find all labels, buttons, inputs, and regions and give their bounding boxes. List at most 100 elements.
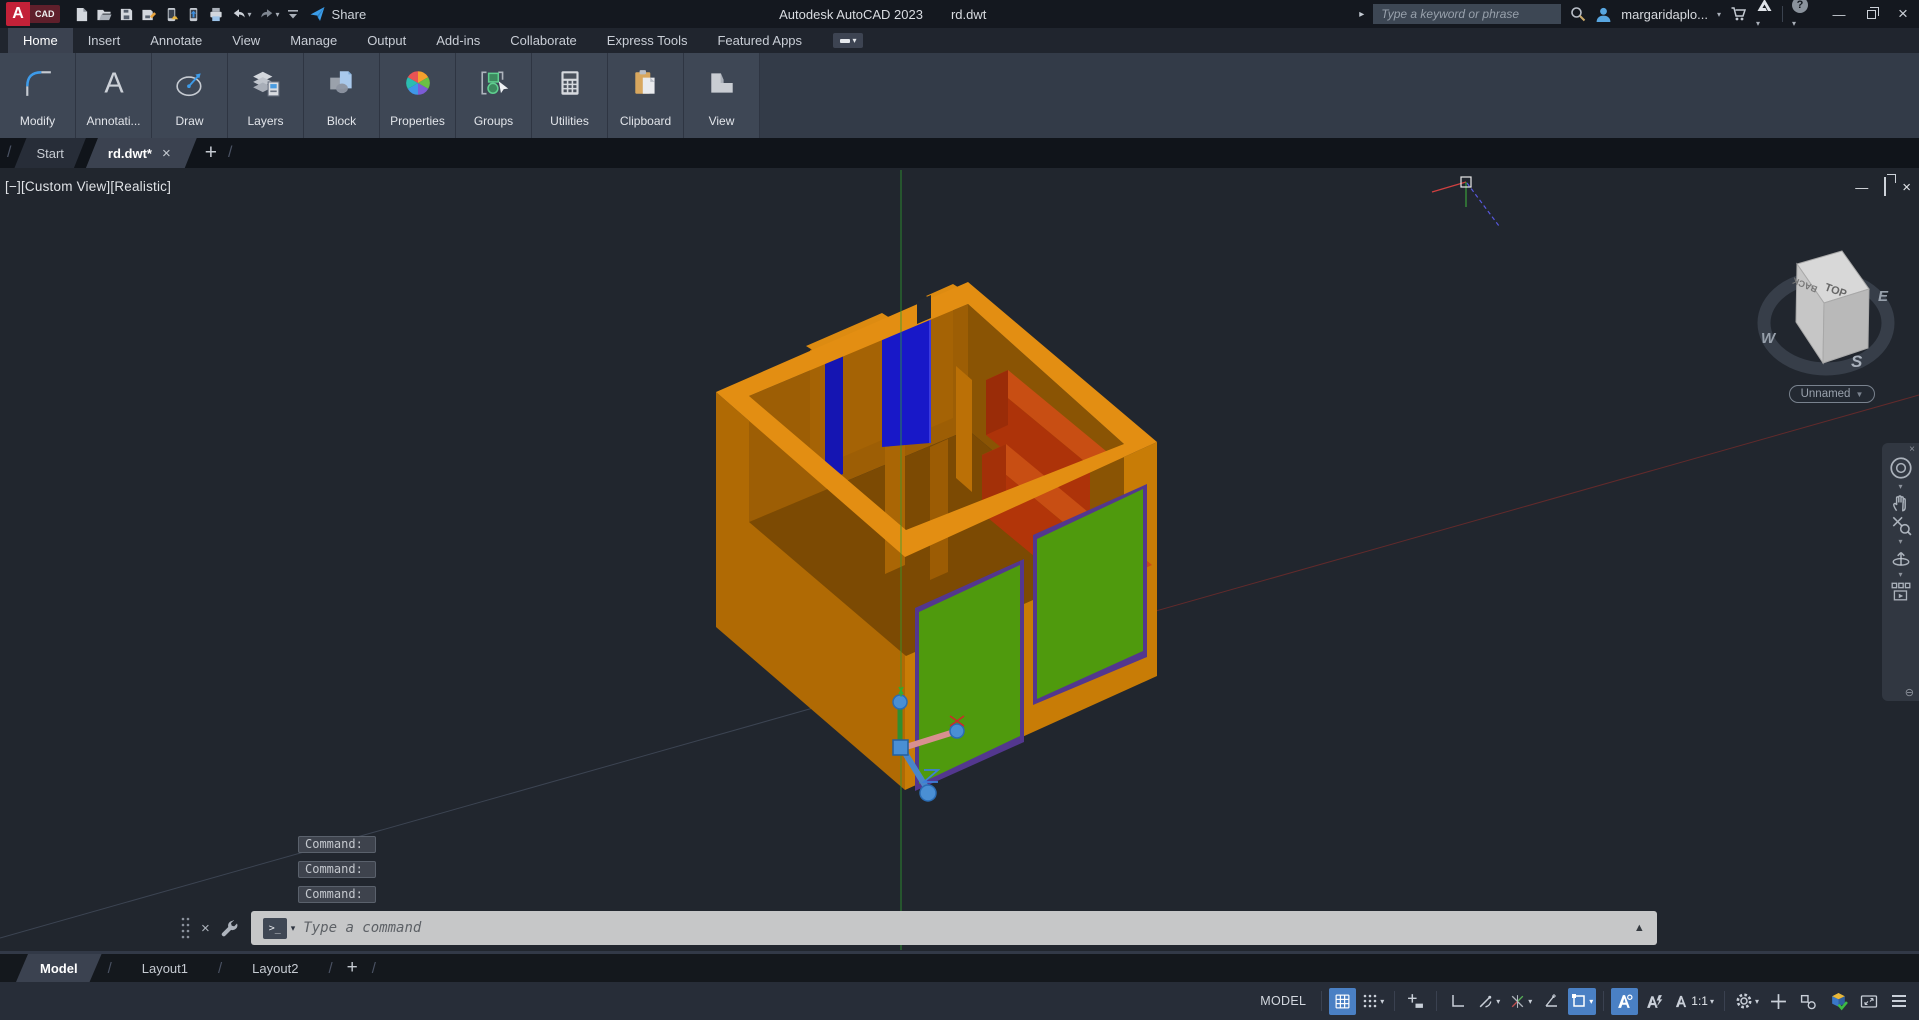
- close-button[interactable]: ×: [1887, 0, 1919, 28]
- snap-toggle[interactable]: ▾: [1359, 988, 1387, 1015]
- ribbon-panel-modify[interactable]: Modify: [0, 53, 76, 138]
- recent-commands-dropdown[interactable]: ▾: [291, 923, 296, 934]
- viewport-minimize-button[interactable]: —: [1855, 180, 1868, 195]
- minimize-button[interactable]: —: [1823, 0, 1855, 28]
- app-menu-button[interactable]: A CAD: [6, 2, 60, 26]
- dynamic-input-toggle[interactable]: [1402, 988, 1429, 1015]
- ribbon-panel-groups[interactable]: Groups: [456, 53, 532, 138]
- annotation-visibility-toggle[interactable]: [1611, 988, 1638, 1015]
- scale-dropdown[interactable]: ▾: [1710, 997, 1714, 1006]
- polar-dropdown[interactable]: ▾: [1496, 997, 1500, 1006]
- search-collapse-icon[interactable]: ▸: [1359, 9, 1364, 20]
- tab-close-icon[interactable]: ×: [162, 145, 171, 162]
- model-space-label[interactable]: MODEL: [1260, 994, 1306, 1008]
- menu-tab-addins[interactable]: Add-ins: [421, 28, 495, 53]
- cart-icon[interactable]: [1730, 6, 1747, 22]
- ribbon-panel-properties[interactable]: Properties: [380, 53, 456, 138]
- object-snap-tracking-toggle[interactable]: [1538, 988, 1565, 1015]
- orbit-dropdown-icon[interactable]: ▾: [1898, 570, 1902, 579]
- ribbon-panel-draw[interactable]: Draw: [152, 53, 228, 138]
- ribbon-panel-block[interactable]: Block: [304, 53, 380, 138]
- ribbon-panel-layers[interactable]: Layers: [228, 53, 304, 138]
- showmotion-icon[interactable]: [1890, 580, 1912, 602]
- viewport-close-button[interactable]: ×: [1902, 179, 1911, 196]
- open-file-button[interactable]: [96, 7, 112, 22]
- tab-layout2[interactable]: Layout2: [228, 954, 322, 982]
- orbit-icon[interactable]: [1890, 547, 1912, 569]
- open-from-web-button[interactable]: [164, 7, 179, 22]
- snap-dropdown[interactable]: ▾: [1380, 997, 1384, 1006]
- avatar[interactable]: [1595, 6, 1612, 23]
- ucs-origin-grip[interactable]: [893, 740, 908, 755]
- menu-tab-featured-apps[interactable]: Featured Apps: [702, 28, 817, 53]
- zoom-icon[interactable]: [1890, 514, 1912, 536]
- annotation-scale-control[interactable]: 1:1▾: [1671, 988, 1717, 1015]
- new-file-button[interactable]: [74, 7, 89, 22]
- ribbon-panel-utilities[interactable]: Utilities: [532, 53, 608, 138]
- menu-tab-output[interactable]: Output: [352, 28, 421, 53]
- ribbon-display-toggle[interactable]: ▾: [833, 33, 863, 48]
- object-snap-toggle[interactable]: ▾: [1568, 988, 1596, 1015]
- polar-tracking-toggle[interactable]: ▾: [1474, 988, 1503, 1015]
- workspace-dropdown[interactable]: ▾: [1755, 997, 1759, 1006]
- file-tab-rd-dwt[interactable]: rd.dwt* ×: [86, 138, 197, 168]
- iso-dropdown[interactable]: ▾: [1528, 997, 1532, 1006]
- iso-drafting-toggle[interactable]: ▾: [1506, 988, 1535, 1015]
- command-customize-wrench-icon[interactable]: [220, 919, 239, 938]
- ribbon-panel-clipboard[interactable]: Clipboard: [608, 53, 684, 138]
- grid-toggle[interactable]: [1329, 988, 1356, 1015]
- file-tab-start[interactable]: Start: [14, 138, 85, 168]
- autodesk-app-button[interactable]: ▾: [1756, 0, 1773, 31]
- viewcube-south[interactable]: S: [1851, 352, 1863, 371]
- model-viewport[interactable]: W E S TOP BACK [−][Custom View][Realisti…: [0, 168, 1919, 951]
- annotation-autoscale-toggle[interactable]: [1641, 988, 1668, 1015]
- command-close-button[interactable]: ×: [201, 920, 210, 937]
- navigation-wheel-icon[interactable]: [1888, 455, 1914, 481]
- tab-layout1[interactable]: Layout1: [118, 954, 212, 982]
- ucs-x-grip[interactable]: [950, 724, 964, 738]
- viewport-restore-button[interactable]: [1884, 178, 1886, 196]
- viewcube-west[interactable]: W: [1761, 330, 1777, 347]
- menu-tab-express-tools[interactable]: Express Tools: [592, 28, 703, 53]
- wheel-dropdown-icon[interactable]: ▾: [1898, 482, 1902, 491]
- user-dropdown-icon[interactable]: ▾: [1717, 10, 1721, 19]
- workspace-settings-button[interactable]: ▾: [1732, 988, 1762, 1015]
- ribbon-panel-view[interactable]: View: [684, 53, 760, 138]
- command-input[interactable]: [303, 920, 1634, 936]
- username-label[interactable]: margaridaplo...: [1621, 7, 1708, 22]
- room-model[interactable]: [716, 282, 1157, 791]
- menu-tab-view[interactable]: View: [217, 28, 275, 53]
- restore-button[interactable]: [1855, 0, 1887, 28]
- undo-button[interactable]: ▾: [231, 7, 252, 21]
- menu-tab-manage[interactable]: Manage: [275, 28, 352, 53]
- viewcube-views-dropdown[interactable]: Unnamed ▼: [1789, 385, 1875, 403]
- save-to-web-button[interactable]: [186, 7, 201, 22]
- save-button[interactable]: [119, 7, 134, 22]
- redo-button[interactable]: ▾: [259, 7, 280, 21]
- menu-tab-annotate[interactable]: Annotate: [135, 28, 217, 53]
- share-button[interactable]: Share: [309, 6, 367, 22]
- tab-model[interactable]: Model: [16, 954, 102, 982]
- osnap-dropdown[interactable]: ▾: [1589, 997, 1593, 1006]
- ribbon-panel-annotation[interactable]: A Annotati...: [76, 53, 152, 138]
- customization-menu-button[interactable]: [1885, 988, 1912, 1015]
- isolate-objects-button[interactable]: [1795, 988, 1822, 1015]
- clean-screen-button[interactable]: [1855, 988, 1882, 1015]
- viewport-canvas[interactable]: W E S TOP BACK: [0, 168, 1919, 951]
- redo-dropdown[interactable]: ▾: [276, 10, 280, 19]
- graphics-performance-button[interactable]: [1825, 988, 1852, 1015]
- pan-hand-icon[interactable]: [1890, 492, 1912, 514]
- search-input[interactable]: [1373, 4, 1561, 24]
- new-drawing-button[interactable]: +: [205, 141, 217, 165]
- menu-tab-insert[interactable]: Insert: [73, 28, 136, 53]
- ortho-toggle[interactable]: [1444, 988, 1471, 1015]
- ucs-z-grip[interactable]: [920, 785, 936, 801]
- viewport-controls-label[interactable]: [−][Custom View][Realistic]: [5, 179, 171, 194]
- save-as-button[interactable]: [141, 7, 157, 22]
- help-button[interactable]: ?▾: [1792, 0, 1808, 31]
- annotation-monitor-button[interactable]: [1765, 988, 1792, 1015]
- command-drag-handle[interactable]: [180, 916, 191, 940]
- ucs-y-grip[interactable]: [893, 695, 907, 709]
- viewcube[interactable]: W E S TOP BACK: [1761, 251, 1889, 371]
- viewcube-east[interactable]: E: [1878, 288, 1889, 305]
